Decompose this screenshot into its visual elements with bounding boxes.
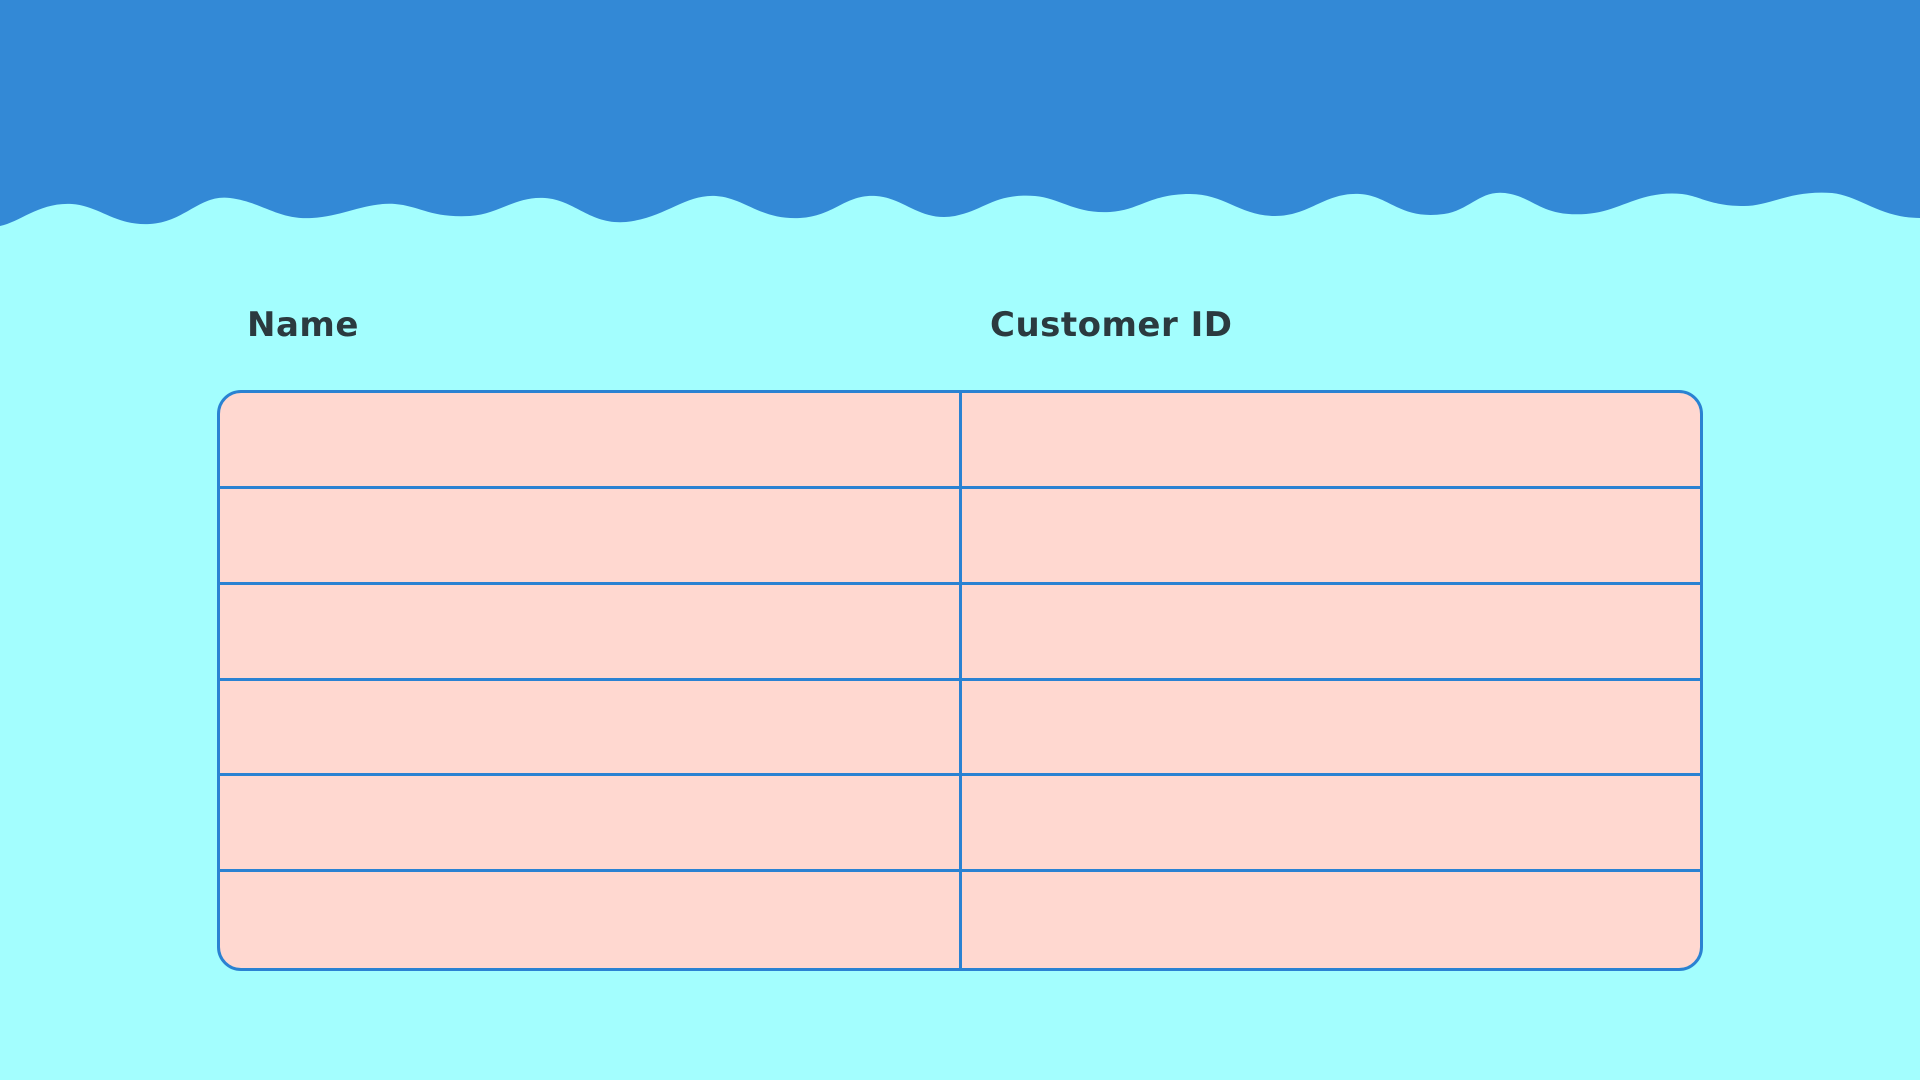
wave-header-band [0,0,1920,226]
table-cell-name[interactable] [220,776,962,873]
column-header-customer-id: Customer ID [990,305,1233,345]
customer-table [217,390,1703,971]
table-cell-name[interactable] [220,680,962,777]
slide-page: Name Customer ID [0,0,1920,1080]
table-cell-name[interactable] [220,872,962,968]
table-cell-customer-id[interactable] [962,489,1700,585]
table-cell-customer-id[interactable] [962,872,1700,968]
table-cell-name[interactable] [220,488,962,585]
wave-header-shape [0,0,1920,226]
table-cell-customer-id[interactable] [962,585,1700,681]
table-cell-customer-id[interactable] [962,681,1700,777]
column-header-name: Name [247,305,359,345]
table-cell-name[interactable] [220,393,962,489]
table-cell-customer-id[interactable] [962,393,1700,489]
table-cell-customer-id[interactable] [962,776,1700,873]
table-cell-name[interactable] [220,584,962,681]
